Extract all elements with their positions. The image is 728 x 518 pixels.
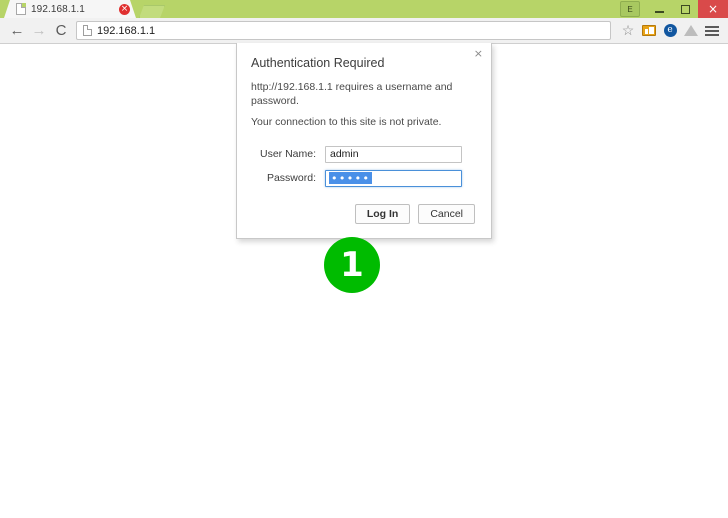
- browser-menu-button[interactable]: [702, 21, 722, 41]
- cancel-button[interactable]: Cancel: [418, 204, 475, 224]
- username-label: User Name:: [251, 148, 325, 160]
- authentication-dialog: × Authentication Required http://192.168…: [236, 43, 492, 239]
- circle-e-icon: e: [664, 24, 677, 37]
- extension-drive-button[interactable]: [681, 21, 701, 41]
- window-close-button[interactable]: ×: [698, 0, 728, 18]
- image-extension-icon: [642, 25, 656, 36]
- dialog-message-line-1: http://192.168.1.1 requires a username a…: [251, 81, 475, 108]
- log-in-button[interactable]: Log In: [355, 204, 411, 224]
- maximize-icon: [681, 5, 690, 14]
- browser-tab[interactable]: 192.168.1.1 ×: [4, 0, 136, 18]
- password-row: Password: •••••: [251, 170, 475, 187]
- extension-blue-button[interactable]: e: [660, 21, 680, 41]
- extension-image-button[interactable]: [639, 21, 659, 41]
- forward-icon[interactable]: →: [28, 20, 50, 42]
- address-bar-url: 192.168.1.1: [97, 25, 155, 37]
- tab-title: 192.168.1.1: [31, 4, 119, 15]
- password-value: •••••: [329, 172, 372, 184]
- window-controls: E ×: [620, 0, 728, 18]
- tab-strip: 192.168.1.1 ×: [4, 0, 165, 18]
- dialog-close-icon[interactable]: ×: [474, 48, 483, 59]
- username-row: User Name: admin: [251, 146, 475, 163]
- page-icon: [83, 25, 92, 36]
- password-label: Password:: [251, 172, 325, 184]
- dialog-message-line-2: Your connection to this site is not priv…: [251, 116, 475, 130]
- back-icon[interactable]: ←: [6, 20, 28, 42]
- credentials-form: User Name: admin Password: •••••: [251, 146, 475, 187]
- page-icon: [16, 3, 26, 15]
- drive-triangle-icon: [684, 25, 698, 36]
- password-input[interactable]: •••••: [325, 170, 462, 187]
- bookmark-star-button[interactable]: ☆: [618, 21, 638, 41]
- profile-chip[interactable]: E: [620, 1, 640, 17]
- step-number-badge: 1: [324, 237, 380, 293]
- navigation-toolbar: ← → C 192.168.1.1 ☆ e: [0, 18, 728, 44]
- star-icon: ☆: [622, 22, 635, 39]
- new-tab-button[interactable]: [139, 5, 165, 18]
- dialog-button-row: Log In Cancel: [251, 204, 475, 224]
- address-bar[interactable]: 192.168.1.1: [76, 21, 611, 40]
- username-input[interactable]: admin: [325, 146, 462, 163]
- minimize-icon: [655, 11, 664, 13]
- close-icon[interactable]: ×: [119, 4, 130, 15]
- browser-title-bar: 192.168.1.1 × E ×: [0, 0, 728, 18]
- dialog-title: Authentication Required: [251, 56, 475, 70]
- maximize-button[interactable]: [672, 0, 698, 18]
- hamburger-menu-icon: [705, 26, 719, 36]
- username-value: admin: [330, 148, 359, 160]
- browser-window: 192.168.1.1 × E × ← → C 192.168.1.1 ☆ e: [0, 0, 728, 518]
- minimize-button[interactable]: [646, 0, 672, 18]
- reload-icon[interactable]: C: [50, 20, 72, 42]
- page-content: × Authentication Required http://192.168…: [0, 44, 728, 517]
